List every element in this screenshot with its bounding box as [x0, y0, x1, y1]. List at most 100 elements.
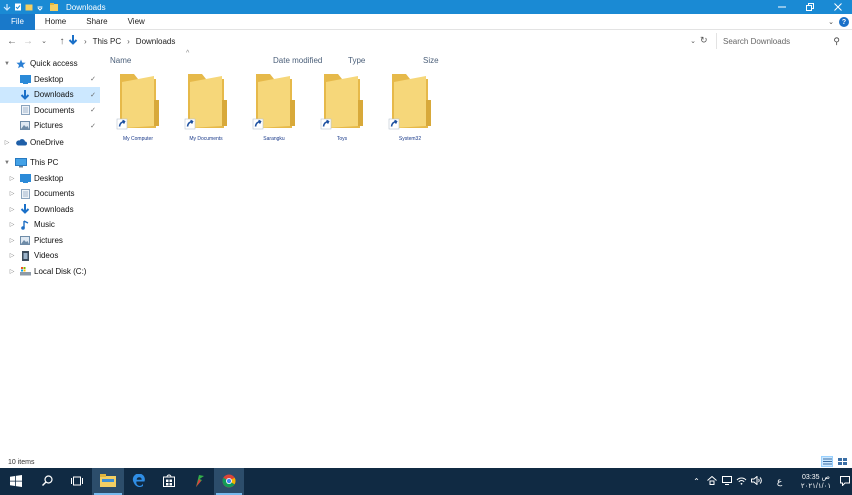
tab-view[interactable]: View: [118, 14, 155, 30]
folder-shortcut-icon: [386, 70, 434, 134]
network-status-icon[interactable]: [705, 475, 718, 487]
taskbar: ⌃ ع 03:35 ص ٢٠٢١/١/٠١: [0, 468, 852, 495]
sidebar-item-label: Local Disk (C:): [34, 266, 87, 276]
sidebar-item-pc-pictures[interactable]: ▷ Pictures: [0, 233, 100, 249]
quick-access-dropdown-icon[interactable]: [36, 3, 44, 11]
show-hidden-icons-icon[interactable]: ⌃: [690, 477, 703, 486]
expand-icon[interactable]: ▷: [8, 206, 16, 213]
folder-shortcut-icon: [114, 70, 162, 134]
sidebar-item-label: Downloads: [34, 90, 74, 100]
help-icon[interactable]: ?: [839, 17, 849, 27]
window-title: Downloads: [66, 2, 106, 12]
pictures-icon: [19, 235, 31, 245]
app-taskbar-button[interactable]: [184, 468, 214, 495]
title-bar: Downloads: [0, 0, 852, 14]
column-date-modified[interactable]: Date modified: [273, 56, 322, 65]
notifications-button[interactable]: [838, 468, 852, 495]
expand-icon[interactable]: ▼: [3, 61, 11, 67]
close-button[interactable]: [824, 0, 852, 14]
new-folder-icon[interactable]: [25, 3, 33, 11]
desktop-icon: [19, 173, 31, 183]
restore-button[interactable]: [796, 0, 824, 14]
sidebar-item-onedrive[interactable]: ▷ OneDrive: [0, 135, 100, 151]
file-name: Sarangku: [263, 136, 285, 142]
input-language[interactable]: ع: [773, 476, 786, 487]
sidebar-item-label: Documents: [34, 189, 75, 199]
wifi-icon[interactable]: [735, 476, 748, 487]
large-icons-view-icon[interactable]: [836, 456, 848, 467]
address-box[interactable]: › This PC › Downloads ⌄: [68, 33, 698, 49]
search-button[interactable]: [32, 468, 62, 495]
search-box[interactable]: ⚲: [716, 33, 844, 49]
file-tile[interactable]: Toys: [310, 70, 374, 142]
expand-icon[interactable]: ▷: [8, 268, 16, 275]
breadcrumb-downloads[interactable]: Downloads: [136, 37, 176, 46]
properties-icon[interactable]: [14, 3, 22, 11]
column-size[interactable]: Size: [423, 56, 439, 65]
refresh-icon[interactable]: ↻: [700, 35, 708, 46]
column-type[interactable]: Type: [348, 56, 365, 65]
task-view-button[interactable]: [62, 468, 92, 495]
sidebar-item-this-pc[interactable]: ▼ This PC: [0, 155, 100, 171]
sidebar-item-local-disk[interactable]: ▷ Local Disk (C:): [0, 264, 100, 280]
pin-icon[interactable]: ✓: [90, 106, 96, 114]
forward-button[interactable]: →: [20, 36, 36, 47]
search-input[interactable]: [723, 36, 823, 46]
sidebar-item-quick-access[interactable]: ▼ Quick access: [0, 56, 100, 72]
volume-icon[interactable]: [750, 475, 763, 487]
store-taskbar-button[interactable]: [154, 468, 184, 495]
file-explorer-taskbar-button[interactable]: [92, 468, 124, 495]
expand-icon[interactable]: ▼: [3, 160, 11, 166]
address-dropdown-icon[interactable]: ⌄: [690, 37, 696, 45]
expand-icon[interactable]: ▷: [3, 139, 11, 146]
sidebar-item-desktop[interactable]: Desktop ✓: [0, 72, 100, 88]
sidebar-item-pc-downloads[interactable]: ▷ Downloads: [0, 202, 100, 218]
action-icon[interactable]: [720, 476, 733, 487]
downloads-icon: [19, 204, 31, 215]
sidebar-item-videos[interactable]: ▷ Videos: [0, 248, 100, 264]
sidebar-item-pc-documents[interactable]: ▷ Documents: [0, 186, 100, 202]
ribbon-tabs: File Home Share View ⌄ ?: [0, 13, 852, 30]
edge-taskbar-button[interactable]: [124, 468, 154, 495]
minimize-button[interactable]: [768, 0, 796, 14]
column-name[interactable]: Name: [110, 56, 131, 65]
breadcrumb-separator[interactable]: ›: [127, 37, 130, 46]
back-arrow-icon[interactable]: [3, 3, 11, 11]
file-tile[interactable]: My Documents: [174, 70, 238, 142]
tab-share[interactable]: Share: [76, 14, 117, 30]
pin-icon[interactable]: ✓: [90, 91, 96, 99]
column-headers: ^ Name Date modified Type Size: [100, 50, 852, 68]
expand-icon[interactable]: ▷: [8, 190, 16, 197]
sidebar-item-documents[interactable]: Documents ✓: [0, 103, 100, 119]
file-name: My Computer: [122, 136, 153, 142]
back-button[interactable]: ←: [4, 36, 20, 47]
sidebar-item-pc-desktop[interactable]: ▷ Desktop: [0, 171, 100, 187]
chrome-taskbar-button[interactable]: [214, 468, 244, 495]
store-icon: [163, 474, 175, 489]
pin-icon[interactable]: ✓: [90, 75, 96, 83]
expand-icon[interactable]: ▷: [8, 252, 16, 259]
sidebar-item-label: Music: [34, 220, 55, 230]
breadcrumb-this-pc[interactable]: This PC: [93, 37, 121, 46]
clock[interactable]: 03:35 ص ٢٠٢١/١/٠١: [794, 473, 838, 491]
search-icon[interactable]: ⚲: [833, 36, 840, 47]
recent-locations-button[interactable]: ⌄: [36, 37, 52, 45]
breadcrumb-separator[interactable]: ›: [84, 37, 87, 46]
sidebar-item-pictures[interactable]: Pictures ✓: [0, 118, 100, 134]
expand-icon[interactable]: ▷: [8, 221, 16, 228]
sidebar-item-downloads[interactable]: Downloads ✓: [0, 87, 100, 103]
expand-icon[interactable]: ▷: [8, 237, 16, 244]
desktop-icon: [19, 74, 31, 84]
document-icon: [19, 105, 31, 116]
expand-icon[interactable]: ▷: [8, 175, 16, 182]
details-view-icon[interactable]: [821, 456, 833, 467]
start-button[interactable]: [0, 468, 32, 495]
file-tile[interactable]: My Computer: [106, 70, 170, 142]
tab-home[interactable]: Home: [35, 14, 76, 30]
file-tile[interactable]: System32: [378, 70, 442, 142]
chevron-down-icon[interactable]: ⌄: [828, 18, 834, 26]
pin-icon[interactable]: ✓: [90, 122, 96, 130]
sidebar-item-music[interactable]: ▷ Music: [0, 217, 100, 233]
tab-file[interactable]: File: [0, 13, 35, 30]
file-tile[interactable]: Sarangku: [242, 70, 306, 142]
